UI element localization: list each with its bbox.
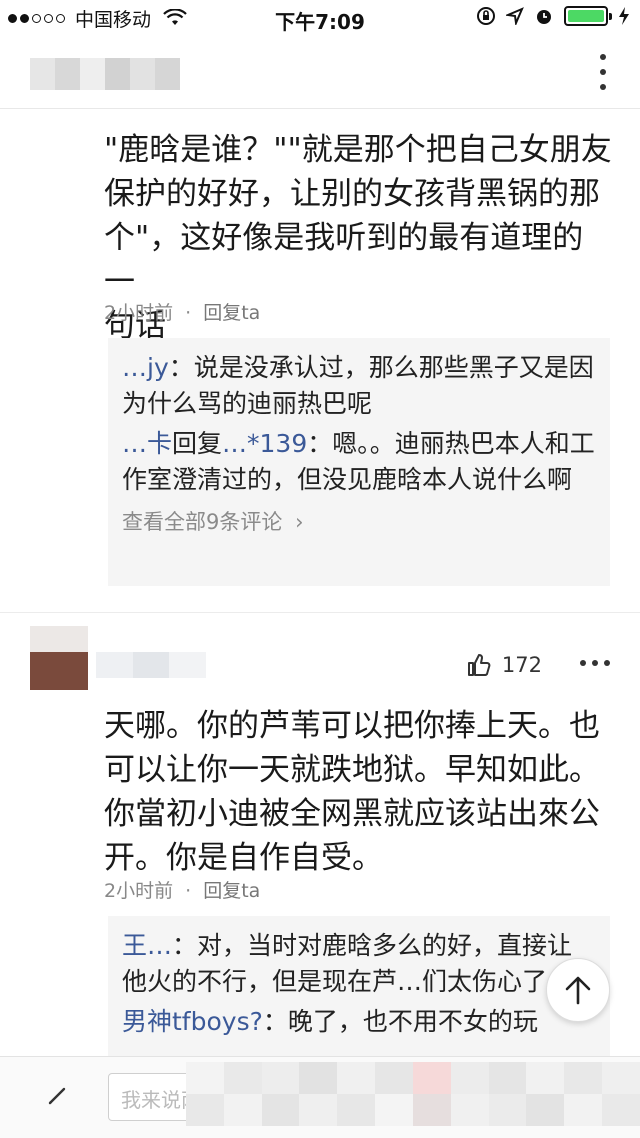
reply-item[interactable]: 王…：对，当时对鹿晗多么的好，直接让他火的不行，但是现在芦…们太伤心了 bbox=[122, 928, 596, 1000]
arrow-up-icon bbox=[565, 976, 591, 1005]
reply-target[interactable]: …*139 bbox=[222, 429, 307, 458]
reply-author[interactable]: 王… bbox=[122, 931, 172, 960]
comment-divider bbox=[0, 612, 640, 613]
reply-text: ：说是没承认过，那么那些黑子又是因为什么骂的迪丽热巴呢 bbox=[122, 353, 594, 418]
avatar[interactable] bbox=[30, 626, 88, 690]
comment-line: 天哪。你的芦苇可以把你捧上天。也 bbox=[104, 708, 600, 744]
status-bar: 中国移动 下午7:09 bbox=[0, 0, 640, 36]
blurred-username bbox=[96, 652, 207, 678]
like-control[interactable]: 172 bbox=[466, 652, 542, 678]
view-all-comments-link[interactable]: 查看全部9条评论 › bbox=[122, 504, 596, 540]
comment-time: 2小时前 bbox=[104, 302, 174, 324]
meta-separator: · bbox=[185, 880, 192, 902]
comment-time: 2小时前 bbox=[104, 880, 174, 902]
location-icon bbox=[506, 7, 524, 25]
like-count: 172 bbox=[501, 653, 542, 677]
comment-line: 你當初小迪被全网黑就应该站出來公 bbox=[104, 796, 600, 832]
meta-separator: · bbox=[185, 302, 192, 324]
thumbs-up-icon bbox=[467, 654, 491, 676]
reply-item[interactable]: 男神tfboys?：晚了，也不用不女的玩 bbox=[122, 1004, 596, 1040]
comment-2-text: 天哪。你的芦苇可以把你捧上天。也 可以让你一天就跌地狱。早知如此。 你當初小迪被… bbox=[104, 704, 614, 880]
charging-icon bbox=[619, 7, 629, 25]
reply-author[interactable]: …jy bbox=[122, 353, 169, 382]
more-vertical-icon[interactable] bbox=[598, 54, 608, 90]
comment-2-meta: 2小时前 · 回复ta bbox=[104, 876, 260, 903]
reply-item[interactable]: …jy：说是没承认过，那么那些黑子又是因为什么骂的迪丽热巴呢 bbox=[122, 350, 596, 422]
blurred-toolbar-region bbox=[186, 1062, 640, 1126]
battery-icon bbox=[564, 6, 612, 26]
reply-button[interactable]: 回复ta bbox=[203, 880, 260, 902]
reply-text: ：晚了，也不用不女的玩 bbox=[262, 1007, 538, 1036]
reply-text: ：对，当时对鹿晗多么的好，直接让他火的不行，但是现在芦…们太伤心了 bbox=[122, 931, 573, 996]
reply-author[interactable]: …卡 bbox=[122, 429, 172, 458]
alarm-icon bbox=[537, 10, 551, 24]
comment-line: 个"，这好像是我听到的最有道理的一 bbox=[104, 220, 584, 300]
comment-line: 开。你是自作自受。 bbox=[104, 840, 383, 876]
reply-item[interactable]: …卡回复…*139：嗯。。迪丽热巴本人和工作室澄清过的，但没见鹿晗本人说什么啊 bbox=[122, 426, 596, 498]
blurred-title bbox=[30, 58, 180, 90]
pencil-icon[interactable] bbox=[44, 1081, 72, 1109]
reply-author[interactable]: 男神tfboys? bbox=[122, 1007, 263, 1036]
chevron-right-icon: › bbox=[295, 510, 304, 534]
comment-1-meta: 2小时前 · 回复ta bbox=[104, 298, 260, 325]
top-header bbox=[0, 36, 640, 108]
view-all-label: 查看全部9条评论 bbox=[122, 510, 283, 534]
comment-line: 可以让你一天就跌地狱。早知如此。 bbox=[104, 752, 600, 788]
comment-1-replies: …jy：说是没承认过，那么那些黑子又是因为什么骂的迪丽热巴呢 …卡回复…*139… bbox=[108, 338, 610, 586]
reply-button[interactable]: 回复ta bbox=[203, 302, 260, 324]
comment-line: "鹿晗是谁？""就是那个把自己女朋友 bbox=[104, 132, 612, 168]
header-divider bbox=[0, 108, 640, 109]
scroll-to-top-button[interactable] bbox=[546, 958, 610, 1022]
status-right bbox=[476, 6, 630, 26]
comment-line: 保护的好好，让别的女孩背黑锅的那 bbox=[104, 176, 600, 212]
reply-mid: 回复 bbox=[172, 429, 223, 458]
more-horizontal-icon[interactable] bbox=[580, 660, 610, 666]
rotation-lock-icon bbox=[477, 7, 495, 25]
comment-2-replies: 王…：对，当时对鹿晗多么的好，直接让他火的不行，但是现在芦…们太伤心了 男神tf… bbox=[108, 916, 610, 1056]
